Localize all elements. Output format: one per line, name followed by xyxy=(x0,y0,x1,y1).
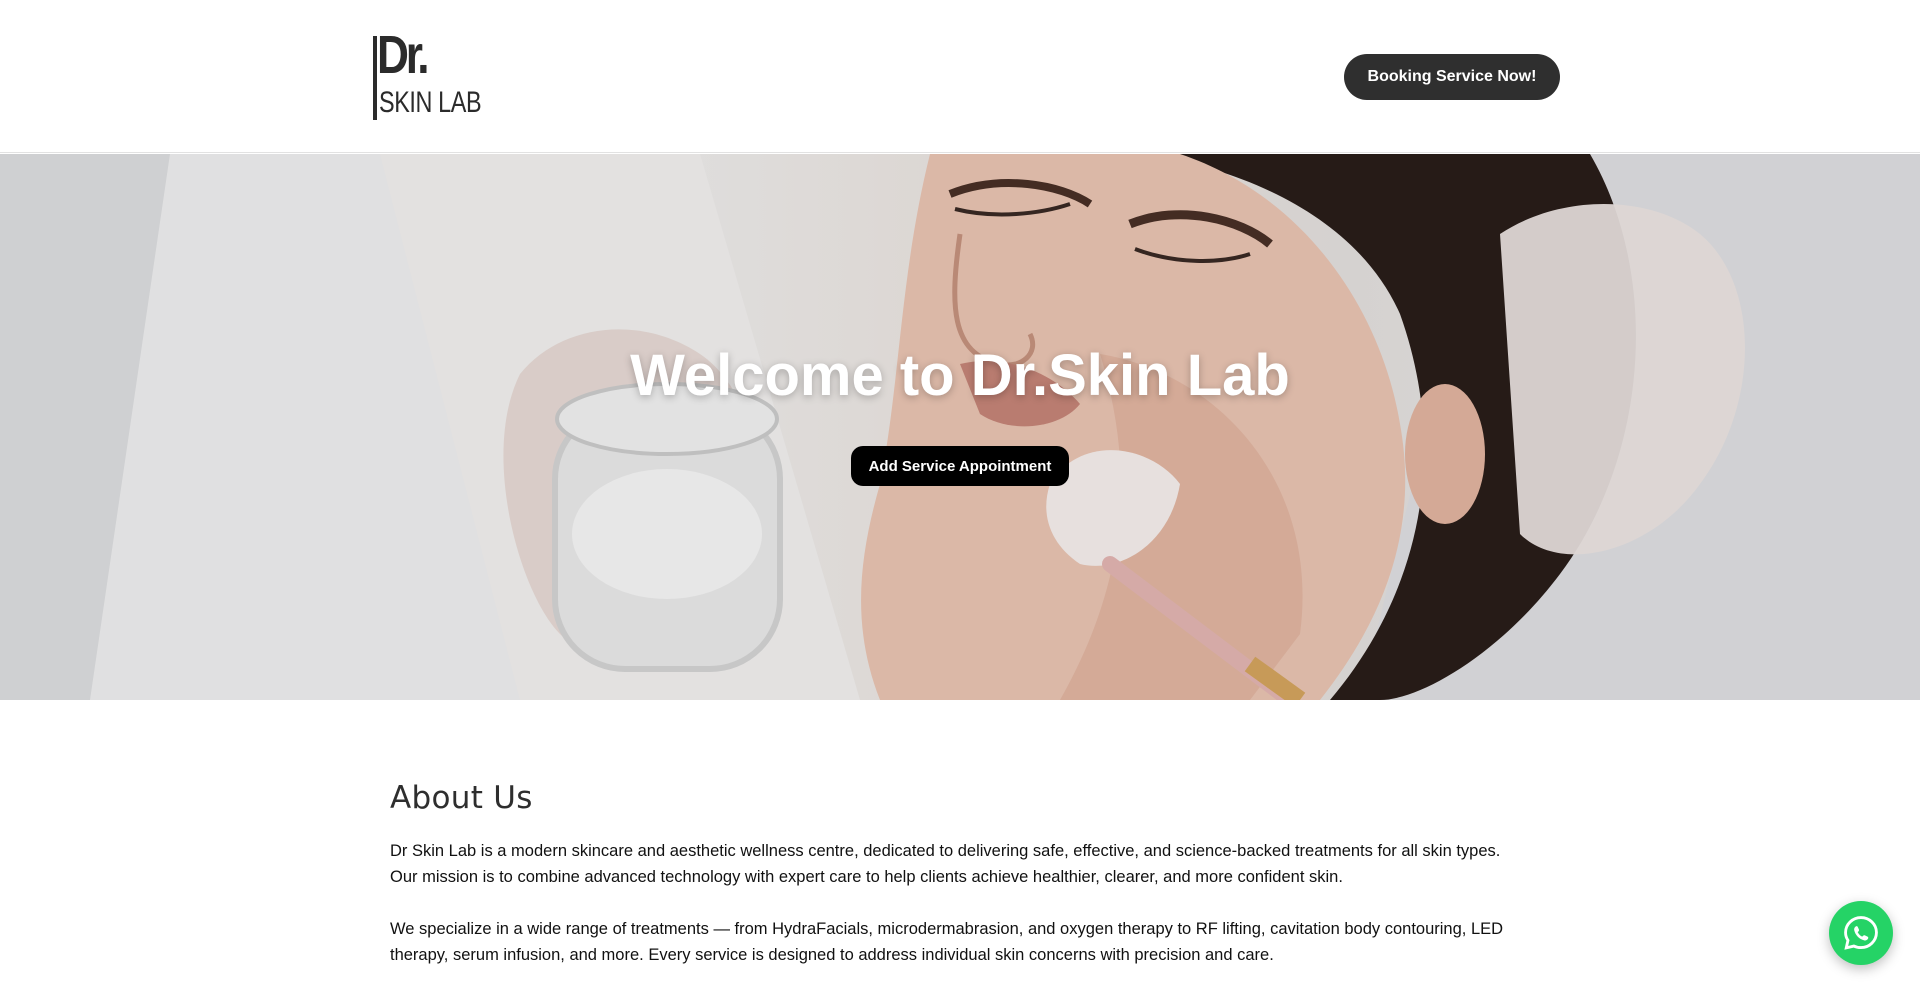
about-title: About Us xyxy=(390,780,533,816)
site-header: Dr. SKIN LAB Booking Service Now! xyxy=(0,0,1920,153)
add-appointment-button[interactable]: Add Service Appointment xyxy=(851,446,1069,486)
hero-title: Welcome to Dr.Skin Lab xyxy=(630,343,1290,408)
logo-text-dr: Dr. xyxy=(377,25,430,85)
hero-banner: Welcome to Dr.Skin Lab Add Service Appoi… xyxy=(0,154,1920,700)
booking-service-button[interactable]: Booking Service Now! xyxy=(1344,54,1560,100)
whatsapp-icon xyxy=(1844,916,1878,950)
hero-background-image xyxy=(0,154,1920,700)
site-logo[interactable]: Dr. SKIN LAB xyxy=(372,28,482,122)
about-paragraph-1: Dr Skin Lab is a modern skincare and aes… xyxy=(390,842,1501,886)
logo-text-skin-lab: SKIN LAB xyxy=(379,86,482,119)
about-paragraph-2: We specialize in a wide range of treatme… xyxy=(390,920,1504,964)
whatsapp-button[interactable] xyxy=(1829,901,1893,965)
